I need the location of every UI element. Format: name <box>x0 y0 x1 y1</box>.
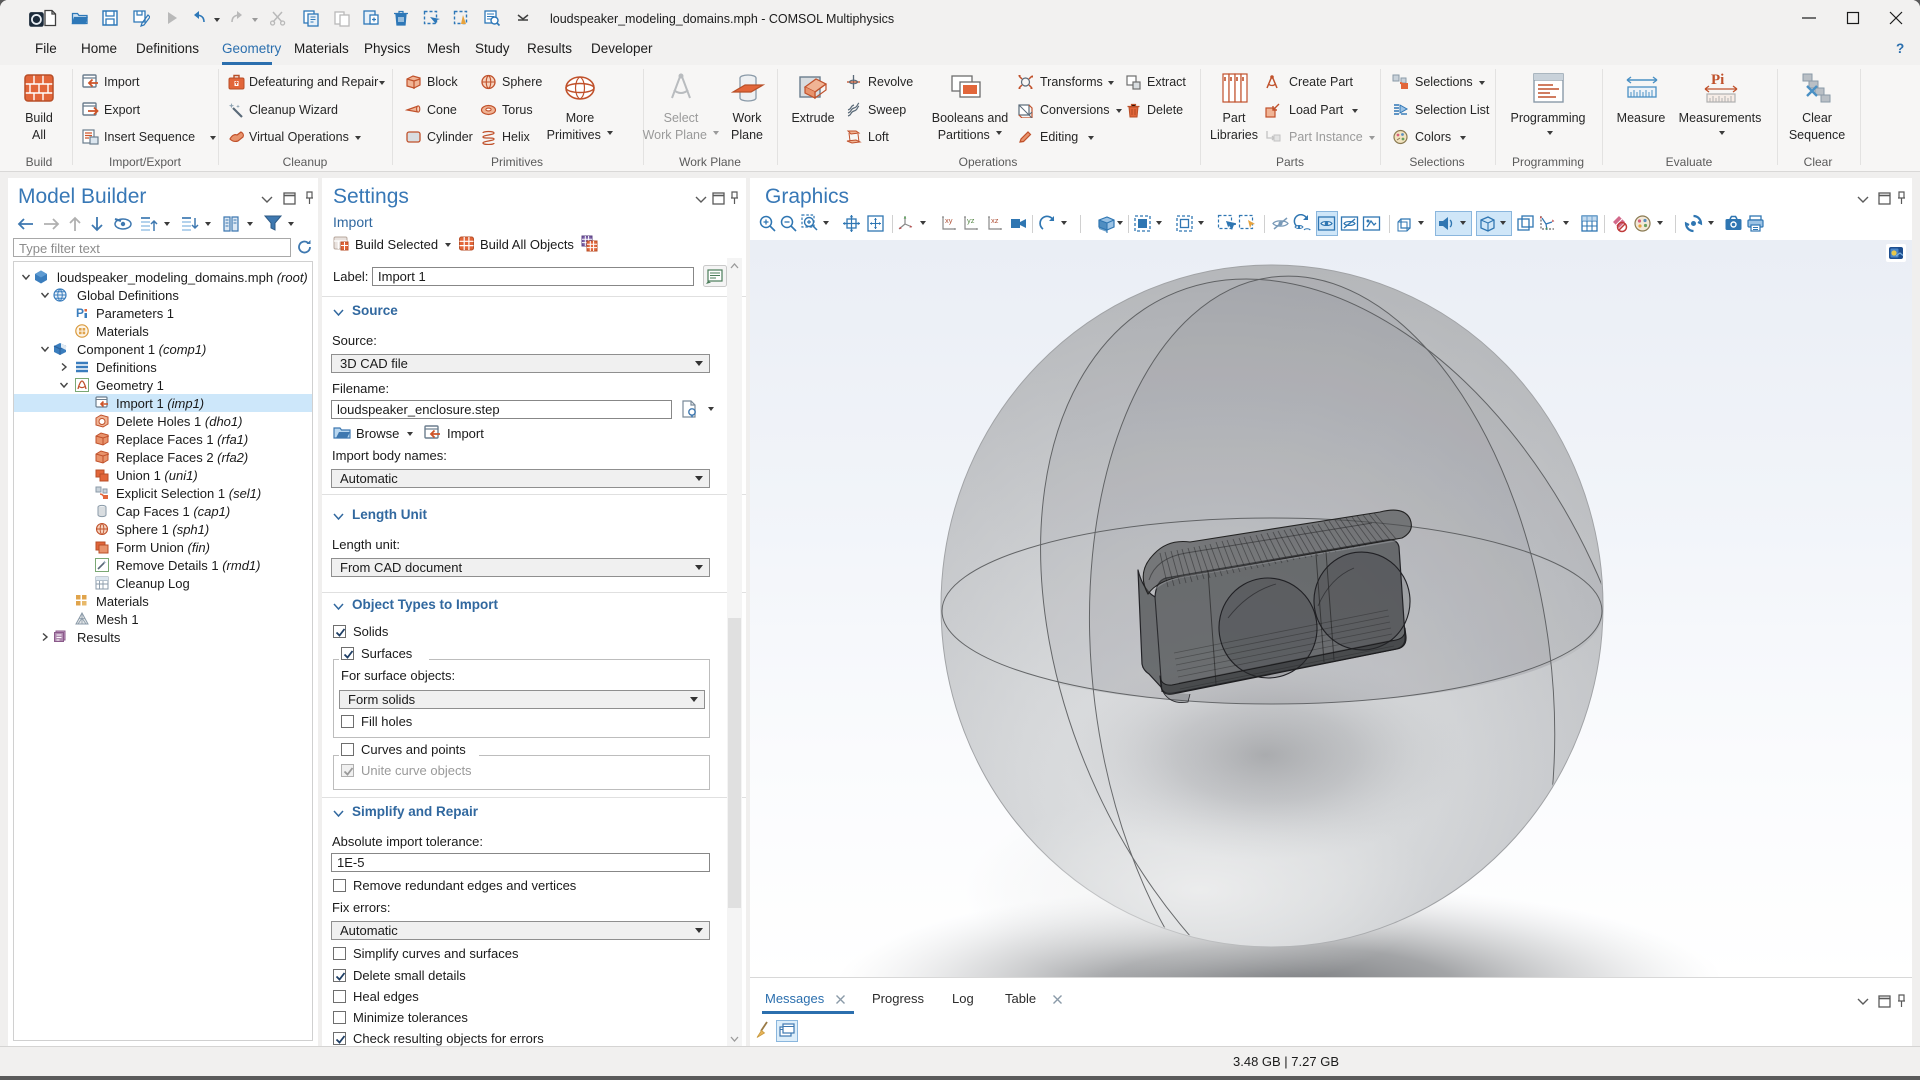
svg-text:P: P <box>76 306 84 320</box>
svg-text:Pi: Pi <box>1711 72 1724 88</box>
svg-text:xz: xz <box>991 216 999 225</box>
svg-text:xy: xy <box>945 216 953 225</box>
svg-text:yz: yz <box>967 216 975 225</box>
